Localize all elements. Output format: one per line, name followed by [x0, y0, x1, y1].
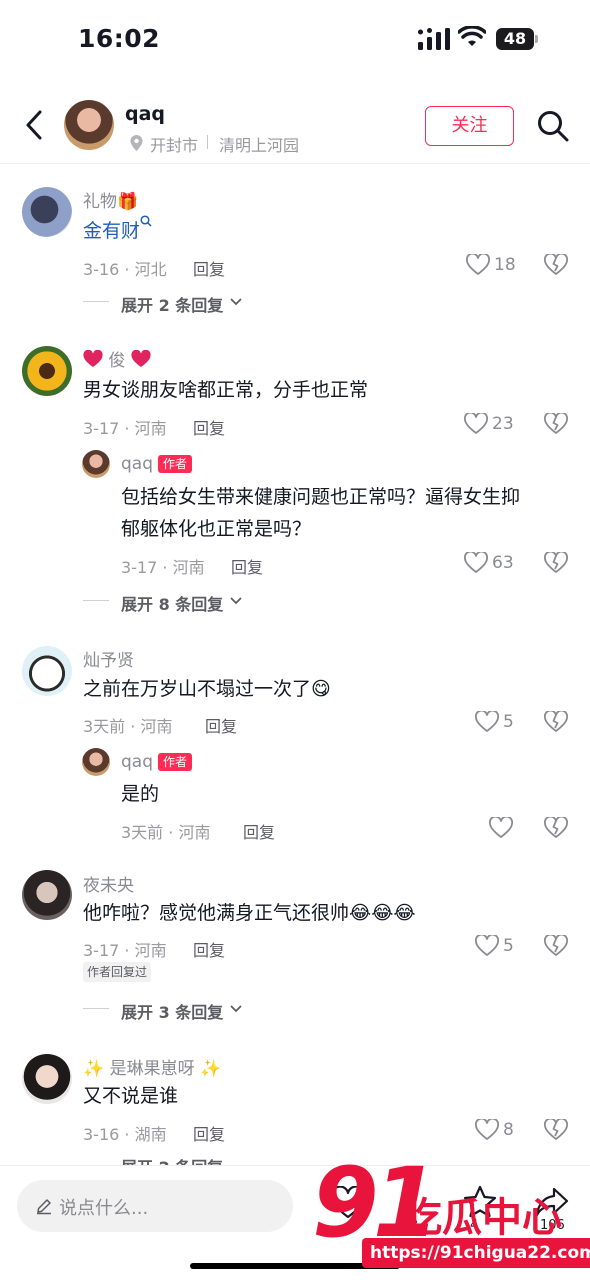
like-icon[interactable]	[475, 1119, 499, 1141]
like-icon[interactable]	[464, 552, 488, 574]
status-time: 16:02	[78, 24, 161, 53]
divider	[83, 301, 109, 302]
comment-text[interactable]: 他咋啦？感觉他满身正气还很帅😂😂😂	[83, 897, 416, 930]
battery-icon: 48	[496, 28, 538, 50]
red-heart-emoji	[131, 350, 151, 367]
reply-author-name[interactable]: qaq	[121, 454, 153, 474]
commenter-avatar[interactable]	[22, 1054, 72, 1104]
commenter-avatar[interactable]	[22, 346, 72, 396]
expand-replies-button[interactable]: 展开 3 条回复	[121, 999, 223, 1023]
like-count: 23	[492, 414, 514, 434]
commenter-avatar[interactable]	[22, 646, 72, 696]
commenter-avatar[interactable]	[22, 187, 72, 237]
follow-button[interactable]: 关注	[425, 106, 514, 146]
comment-text[interactable]: 男女谈朋友啥都正常，分手也正常	[83, 374, 368, 407]
comment-text-content[interactable]: 金有财	[83, 220, 140, 242]
dislike-icon[interactable]	[544, 711, 568, 733]
author-reply-avatar[interactable]	[82, 450, 110, 478]
red-heart-emoji	[83, 350, 103, 367]
comment-meta: 3天前 · 河南	[121, 823, 211, 842]
reply-button[interactable]: 回复	[193, 1121, 225, 1145]
reply-author-name[interactable]: qaq	[121, 752, 153, 772]
location-city[interactable]: 开封市	[150, 132, 198, 156]
reply-text[interactable]: 是的	[121, 778, 159, 811]
search-icon[interactable]	[537, 109, 569, 143]
comment-meta: 3-17 · 河南	[83, 941, 167, 960]
like-count: 5	[503, 936, 514, 956]
author-name[interactable]: qaq	[125, 103, 165, 125]
comment-text[interactable]: 之前在万岁山不塌过一次了😋	[83, 673, 331, 706]
like-count: 8	[503, 1120, 514, 1140]
reply-button[interactable]: 回复	[193, 937, 225, 961]
comment-text[interactable]: 又不说是谁	[83, 1080, 178, 1113]
location-poi[interactable]: 清明上河园	[219, 132, 299, 156]
wifi-icon	[458, 26, 486, 46]
reply-button[interactable]: 回复	[243, 819, 275, 843]
like-icon[interactable]	[464, 413, 488, 435]
like-icon[interactable]	[466, 254, 490, 276]
like-icon[interactable]	[475, 711, 499, 733]
chevron-down-icon	[230, 298, 242, 306]
author-avatar[interactable]	[64, 100, 114, 150]
author-replied-badge: 作者回复过	[83, 962, 152, 982]
comment-meta: 3-16 · 河北	[83, 260, 167, 279]
like-count: 5	[503, 712, 514, 732]
reply-button[interactable]: 回复	[205, 713, 237, 737]
like-icon[interactable]	[489, 817, 513, 839]
cellular-signal-icon	[418, 28, 450, 50]
watermark-url: https://91chigua22.com	[362, 1238, 590, 1268]
dislike-icon[interactable]	[544, 552, 568, 574]
comment-input-placeholder: 说点什么...	[59, 1198, 149, 1219]
comment-meta: 3-17 · 河南	[121, 558, 205, 577]
commenter-name-text[interactable]: 俊	[108, 351, 125, 371]
expand-replies-button[interactable]: 展开 2 条回复	[121, 292, 223, 316]
like-count: 63	[492, 553, 514, 573]
dislike-icon[interactable]	[544, 935, 568, 957]
author-badge: 作者	[158, 753, 193, 771]
dislike-icon[interactable]	[544, 413, 568, 435]
commenter-avatar[interactable]	[22, 870, 72, 920]
location-pin-icon	[130, 135, 143, 151]
comment-meta: 3天前 · 河南	[83, 717, 173, 736]
chevron-down-icon	[230, 1005, 242, 1013]
comment-input[interactable]: 说点什么...	[17, 1180, 293, 1232]
commenter-name[interactable]: 俊	[83, 346, 151, 371]
reply-text-line[interactable]: 包括给女生带来健康问题也正常吗？逼得女生抑	[121, 481, 520, 514]
status-bar: 16:02 48	[0, 0, 590, 80]
watermark-logo-text: 吃瓜中心	[402, 1195, 562, 1241]
commenter-name[interactable]: ✨ 是琳果崽呀 ✨	[83, 1054, 221, 1079]
like-count: 18	[494, 255, 516, 275]
battery-level: 48	[496, 28, 534, 50]
reply-button[interactable]: 回复	[193, 415, 225, 439]
commenter-name[interactable]: 礼物🎁	[83, 187, 138, 212]
comment-meta: 3-17 · 河南	[83, 419, 167, 438]
author-badge: 作者	[158, 455, 193, 473]
dislike-icon[interactable]	[544, 1119, 568, 1141]
commenter-name[interactable]: 夜未央	[83, 871, 134, 896]
dislike-icon[interactable]	[544, 254, 568, 276]
divider	[207, 135, 208, 149]
divider	[83, 1008, 109, 1009]
search-icon[interactable]	[140, 215, 152, 229]
back-arrow-icon[interactable]	[20, 106, 50, 144]
like-icon[interactable]	[475, 935, 499, 957]
expand-replies-button[interactable]: 展开 8 条回复	[121, 591, 223, 615]
pen-icon	[37, 1199, 51, 1215]
header: qaq 开封市 清明上河园 关注	[0, 86, 590, 164]
reply-text-line[interactable]: 郁躯体化也正常是吗？	[121, 513, 311, 546]
chevron-down-icon	[230, 597, 242, 605]
commenter-name[interactable]: 灿予贤	[83, 646, 134, 671]
divider	[83, 600, 109, 601]
comment-text: 金有财	[83, 215, 152, 248]
dislike-icon[interactable]	[544, 817, 568, 839]
comment-meta: 3-16 · 湖南	[83, 1125, 167, 1144]
author-reply-avatar[interactable]	[82, 748, 110, 776]
reply-button[interactable]: 回复	[231, 554, 263, 578]
reply-button[interactable]: 回复	[193, 256, 225, 280]
